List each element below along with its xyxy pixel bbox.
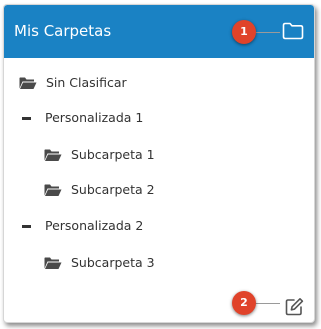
- callout-leader-line: [254, 303, 280, 304]
- tree-item-label: Subcarpeta 3: [71, 255, 155, 270]
- callout-leader-line: [254, 32, 280, 33]
- tree-item-label: Subcarpeta 1: [71, 147, 155, 162]
- tree-item-label: Subcarpeta 2: [71, 182, 155, 197]
- tree-item-label: Sin Clasificar: [46, 75, 127, 90]
- collapse-icon[interactable]: [22, 224, 31, 228]
- folder-outline-icon[interactable]: [282, 22, 304, 40]
- folders-panel: Mis Carpetas Sin Clasificar Personalizad…: [3, 4, 315, 323]
- folder-open-icon: [44, 184, 62, 196]
- folder-open-icon: [19, 77, 37, 89]
- folder-item-subcarpeta-1[interactable]: Subcarpeta 1: [44, 145, 155, 165]
- edit-icon[interactable]: [285, 297, 304, 316]
- callout-badge-1: 1: [232, 20, 256, 44]
- folder-item-personalizada-1[interactable]: Personalizada 1: [19, 108, 143, 128]
- tree-item-label: Personalizada 2: [45, 218, 144, 233]
- panel-title: Mis Carpetas: [14, 22, 112, 40]
- folder-item-subcarpeta-3[interactable]: Subcarpeta 3: [44, 253, 155, 273]
- tree-item-label: Personalizada 1: [45, 110, 144, 125]
- folder-item-sin-clasificar[interactable]: Sin Clasificar: [19, 73, 127, 93]
- folder-item-personalizada-2[interactable]: Personalizada 2: [19, 216, 143, 236]
- folder-item-subcarpeta-2[interactable]: Subcarpeta 2: [44, 180, 155, 200]
- folder-open-icon: [44, 149, 62, 161]
- callout-badge-2: 2: [232, 291, 256, 315]
- collapse-icon[interactable]: [22, 116, 31, 120]
- folder-open-icon: [44, 257, 62, 269]
